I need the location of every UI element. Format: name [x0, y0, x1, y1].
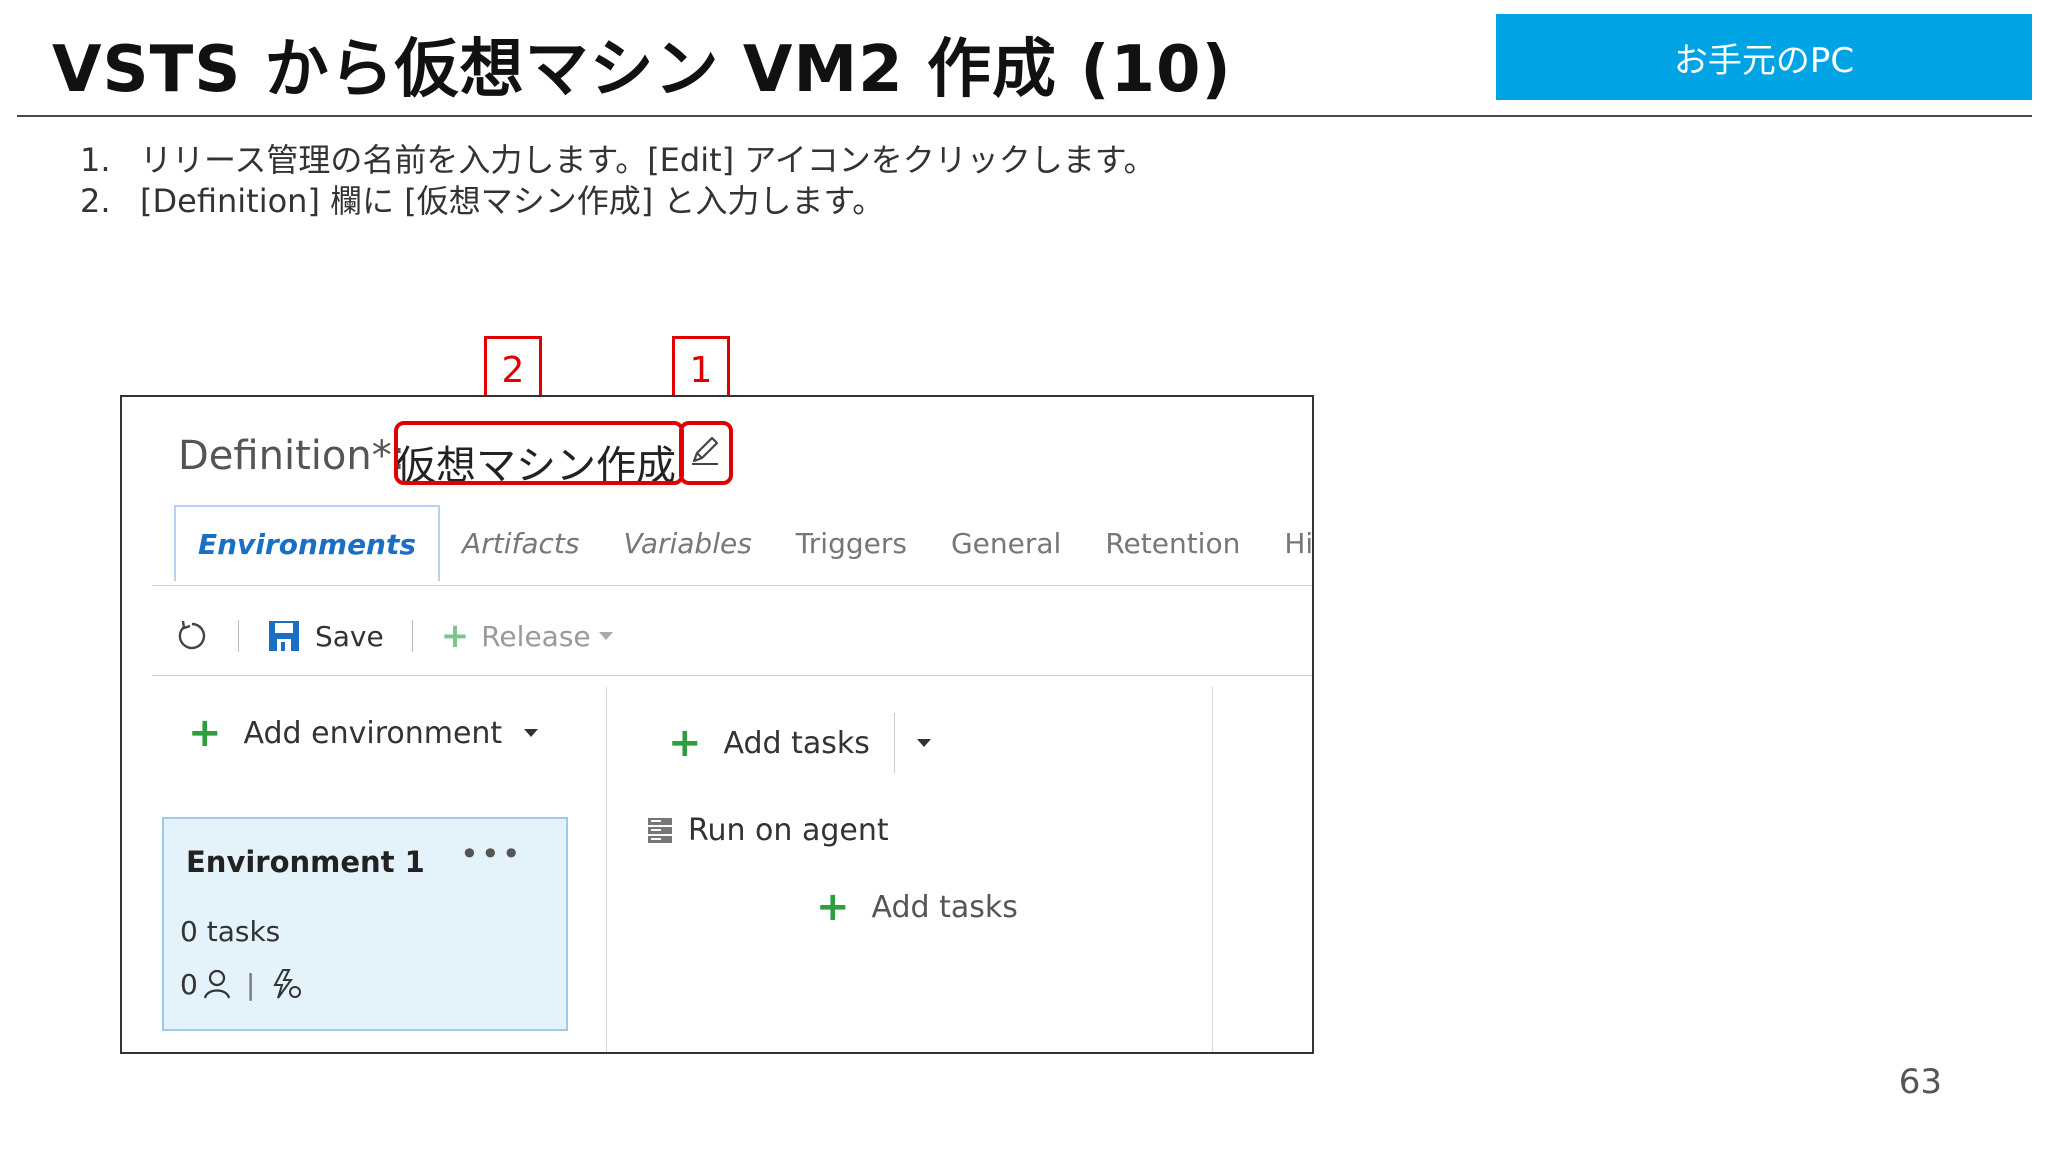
environment-name: Environment 1: [186, 845, 425, 879]
meta-separator: |: [245, 967, 256, 1001]
plus-icon: +: [188, 710, 222, 756]
plus-icon: +: [440, 616, 470, 656]
run-on-agent-label: Run on agent: [688, 813, 889, 848]
add-tasks-inline-label: Add tasks: [871, 889, 1018, 925]
instruction-step: 2. [Definition] 欄に [仮想マシン作成] と入力します。: [80, 181, 1156, 222]
split-button-separator: [893, 713, 895, 773]
environment-badge: お手元のPC: [1496, 14, 2032, 100]
callout-1: 1: [672, 336, 730, 404]
toolbar-separator: [238, 620, 239, 652]
add-environment-button[interactable]: + Add environment: [188, 710, 539, 756]
step-text: リリース管理の名前を入力します。[Edit] アイコンをクリックします。: [140, 141, 1156, 179]
approver-count: 0: [180, 967, 198, 1001]
title-divider: [17, 115, 2032, 117]
chevron-down-icon: [598, 632, 613, 640]
plus-icon: +: [816, 884, 850, 930]
name-highlight: [394, 421, 684, 485]
deploy-conditions-icon[interactable]: [269, 967, 303, 1001]
column-divider: [606, 687, 607, 1052]
environment-task-count: 0 tasks: [180, 915, 281, 948]
tab-retention[interactable]: Retention: [1083, 505, 1262, 581]
definition-label: Definition*:: [178, 433, 406, 479]
instruction-step: 1. リリース管理の名前を入力します。[Edit] アイコンをクリックします。: [80, 140, 1156, 181]
pencil-icon[interactable]: [688, 433, 722, 467]
save-button[interactable]: Save: [315, 620, 384, 653]
toolbar-separator: [411, 620, 413, 652]
more-options-icon[interactable]: •••: [460, 835, 523, 873]
add-tasks-inline-button[interactable]: + Add tasks: [816, 887, 1018, 927]
step-number: 1.: [80, 141, 111, 179]
definition-toolbar: Save + Release: [174, 609, 613, 663]
callout-2: 2: [484, 336, 542, 404]
tab-general[interactable]: General: [929, 505, 1083, 581]
add-environment-label: Add environment: [243, 715, 503, 751]
add-tasks-button[interactable]: + Add tasks: [668, 713, 931, 773]
tab-triggers[interactable]: Triggers: [774, 505, 929, 581]
tab-variables[interactable]: Variables: [601, 505, 773, 581]
slide-title: VSTS から仮想マシン VM2 作成 (10): [52, 33, 1232, 107]
plus-icon: +: [668, 720, 702, 766]
chevron-down-icon[interactable]: [916, 739, 931, 747]
tab-history[interactable]: History: [1262, 505, 1312, 581]
page-number: 63: [1898, 1062, 1942, 1102]
chevron-down-icon[interactable]: [524, 729, 539, 737]
save-icon[interactable]: [267, 619, 301, 653]
column-divider: [1212, 687, 1213, 1052]
user-icon[interactable]: [202, 968, 232, 1000]
tab-artifacts[interactable]: Artifacts: [440, 505, 601, 581]
release-definition-screenshot: Definition*: 仮想マシン作成 Environments Artifa…: [120, 395, 1314, 1054]
definition-tabs: Environments Artifacts Variables Trigger…: [174, 505, 1312, 581]
refresh-icon[interactable]: [174, 618, 210, 654]
toolbar-divider: [152, 675, 1312, 676]
environment-meta: 0 |: [180, 967, 303, 1001]
add-tasks-label: Add tasks: [723, 725, 870, 761]
server-icon: [648, 817, 672, 843]
environment-card[interactable]: Environment 1 ••• 0 tasks 0 |: [162, 817, 568, 1031]
step-text: [Definition] 欄に [仮想マシン作成] と入力します。: [140, 182, 885, 220]
step-number: 2.: [80, 182, 111, 220]
release-button[interactable]: Release: [481, 620, 590, 653]
instruction-list: 1. リリース管理の名前を入力します。[Edit] アイコンをクリックします。 …: [80, 140, 1156, 222]
run-on-agent-phase[interactable]: Run on agent: [646, 813, 889, 848]
tabs-divider: [152, 585, 1312, 586]
tab-environments[interactable]: Environments: [174, 505, 441, 581]
